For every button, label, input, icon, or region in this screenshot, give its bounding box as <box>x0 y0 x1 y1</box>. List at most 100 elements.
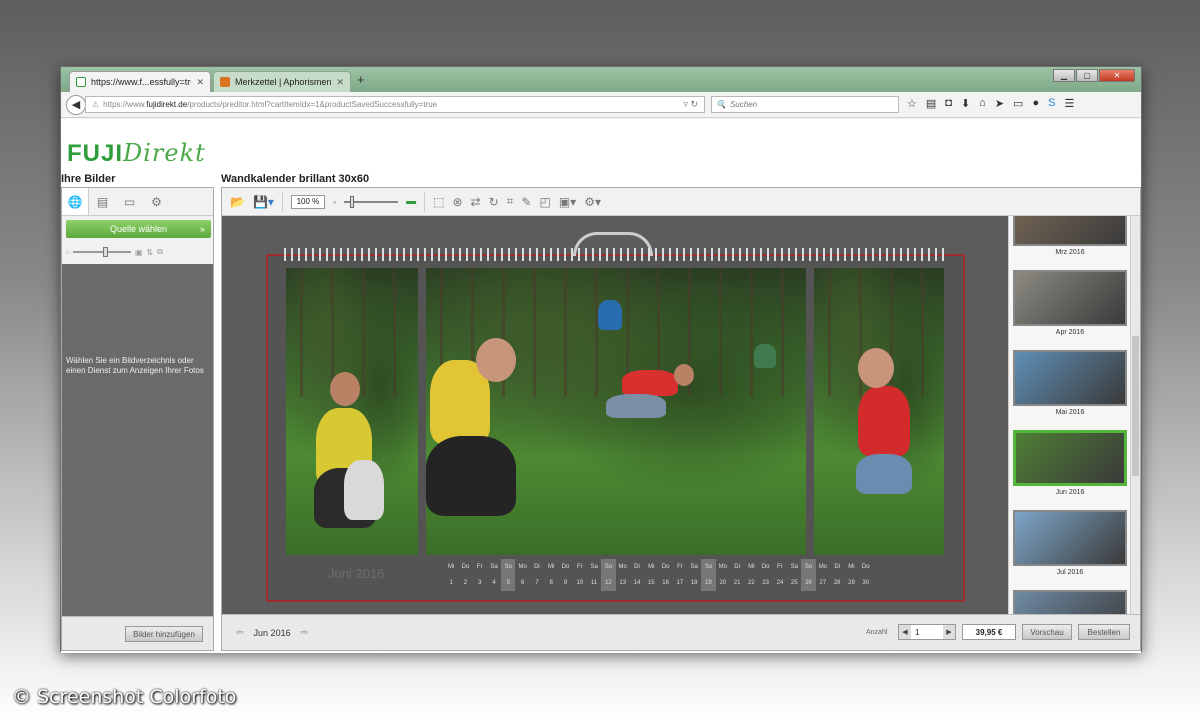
day-number: 29 <box>848 580 855 586</box>
editor-toolbar: 📂 💾▾ 100 % ▫ ▬ ⬚ ⊗ ⇄ ↻ ⌗ ✎ ◰ ▣▾ ⚙▾ <box>222 188 1140 216</box>
aphorismen-favicon-icon <box>220 77 230 87</box>
weekday-label: Mi <box>748 564 755 570</box>
calendar-day-cell: Mi 22 <box>744 559 758 591</box>
quantity-value[interactable]: 1 <box>911 625 943 639</box>
day-number: 20 <box>719 580 727 586</box>
delete-icon[interactable]: ⊗ <box>452 195 462 209</box>
search-bar[interactable]: 🔍 Suchen <box>711 96 899 113</box>
replace-icon[interactable]: ⇄ <box>471 195 481 209</box>
fujidirekt-logo[interactable]: FUJIDirekt <box>67 139 206 168</box>
next-page-icon[interactable]: ⇨ <box>301 627 309 638</box>
tab-aphorismen[interactable]: Merkzettel | Aphorismen.de ✕ <box>213 71 351 92</box>
gear-icon[interactable]: ⚙▾ <box>584 195 601 209</box>
increase-icon[interactable]: ▶ <box>943 625 955 639</box>
zoom-thumb[interactable] <box>350 195 355 208</box>
decrease-icon[interactable]: ◀ <box>899 625 911 639</box>
weekday-label: Di <box>734 564 740 570</box>
thumbnail-size-slider[interactable]: ▫ ▣ ⇅ ⧉ <box>66 245 211 259</box>
back-button[interactable]: ◀ <box>66 95 86 115</box>
calendar-day-cell: Mi 29 <box>844 559 858 591</box>
download-icon[interactable]: ⬇ <box>961 97 970 110</box>
weekday-label: Do <box>761 564 770 570</box>
pocket-icon[interactable]: ◘ <box>945 97 952 110</box>
calendar-day-cell: Sa 4 <box>487 559 501 591</box>
quantity-stepper[interactable]: ◀ 1 ▶ <box>898 624 956 640</box>
weekday-label: So <box>504 564 512 570</box>
zoom-in-icon[interactable]: ▬ <box>406 196 416 207</box>
close-window-button[interactable]: ✕ <box>1099 69 1135 82</box>
pages-tab-icon[interactable]: ▤ <box>89 188 116 215</box>
save-icon[interactable]: 💾▾ <box>253 195 274 209</box>
day-number: 27 <box>819 580 827 586</box>
order-button[interactable]: Bestellen <box>1078 624 1130 640</box>
month-thumbnail[interactable]: Apr 2016 <box>1013 266 1129 346</box>
thumbnail-image <box>1013 510 1127 566</box>
preview-button[interactable]: Vorschau <box>1022 624 1072 640</box>
navigation-bar: ◀ ⚠ https://www.fujidirekt.de/products/p… <box>61 92 1141 118</box>
background-icon[interactable]: ◰ <box>539 195 550 209</box>
photo-slot-left[interactable] <box>286 268 418 555</box>
day-number: 25 <box>790 580 798 586</box>
zoom-input[interactable]: 100 % <box>290 194 325 209</box>
weekday-label: Di <box>834 564 840 570</box>
reload-icon[interactable]: ▿ ↻ <box>683 99 698 110</box>
sort-icon[interactable]: ⇅ <box>146 248 153 257</box>
editor-footer: ⇦ Jun 2016 ⇨ Anzahl ◀ 1 ▶ 39,95 € Vorsch… <box>222 614 1140 650</box>
chat-icon[interactable]: ● <box>1032 97 1039 110</box>
copy-icon[interactable]: ⧉ <box>157 247 163 257</box>
weekday-label: Fr <box>677 564 683 570</box>
wall-calendar-page[interactable]: Juni 2016 Mi 1 Do 2 Fr 3 Sa 4 So 5 Mo 6 Di 7 Mi 8 Do 9 Fr 1… <box>266 232 965 602</box>
add-images-button[interactable]: Bilder hinzufügen <box>125 626 203 642</box>
maximize-button[interactable]: ▢ <box>1076 69 1098 82</box>
previous-page-icon[interactable]: ⇦ <box>236 627 244 638</box>
close-tab-icon[interactable]: ✕ <box>336 77 344 88</box>
screenshot-credit: © Screenshot Colorfoto <box>12 686 237 708</box>
reading-list-icon[interactable]: ▤ <box>926 97 936 110</box>
brush-icon[interactable]: ✎ <box>521 195 531 209</box>
calendar-day-cell: Di 14 <box>630 559 644 591</box>
month-thumbnail[interactable]: Mai 2016 <box>1013 346 1129 426</box>
select-image-icon[interactable]: ⬚ <box>433 195 444 209</box>
calendar-day-cell: Fr 3 <box>473 559 487 591</box>
month-thumbnail[interactable]: Jul 2016 <box>1013 506 1129 586</box>
month-thumbnail[interactable]: Mrz 2016 <box>1013 216 1129 266</box>
globe-tab-icon[interactable]: 🌐 <box>62 188 89 215</box>
photo-slot-right[interactable] <box>814 268 944 555</box>
zoom-out-icon[interactable]: ▫ <box>333 197 336 207</box>
strip-scrollbar[interactable] <box>1130 216 1140 616</box>
weekday-label: Sa <box>690 564 698 570</box>
slider-thumb[interactable] <box>102 247 108 257</box>
open-folder-icon[interactable]: 📂 <box>230 195 245 209</box>
day-number: 12 <box>605 580 612 586</box>
source-tools: Quelle wählen» ▫ ▣ ⇅ ⧉ <box>62 216 213 264</box>
day-number: 17 <box>676 580 684 586</box>
choose-source-button[interactable]: Quelle wählen» <box>66 220 211 238</box>
send-icon[interactable]: ➤ <box>995 97 1004 110</box>
new-tab-button[interactable]: + <box>357 72 365 87</box>
bookmark-star-icon[interactable]: ☆ <box>907 97 917 110</box>
close-tab-icon[interactable]: ✕ <box>196 77 204 88</box>
photo-slot-center[interactable] <box>426 268 806 555</box>
scrollbar-thumb[interactable] <box>1132 336 1139 476</box>
crop-icon[interactable]: ⌗ <box>507 194 514 209</box>
url-bar[interactable]: ⚠ https://www.fujidirekt.de/products/pre… <box>85 96 705 113</box>
rotate-icon[interactable]: ↻ <box>489 195 499 209</box>
page-navigator: ⇦ Jun 2016 ⇨ <box>236 627 308 638</box>
tab-fujidirekt[interactable]: https://www.f...essfully=true ✕ <box>69 71 211 92</box>
frame-tab-icon[interactable]: ▭ <box>116 188 143 215</box>
menu-icon[interactable]: ☰ <box>1064 97 1074 110</box>
calendar-day-cell: Di 21 <box>730 559 744 591</box>
minimize-button[interactable]: ▁ <box>1053 69 1075 82</box>
layout-icon[interactable]: ▣▾ <box>559 195 576 209</box>
month-thumbnail[interactable]: Jun 2016 <box>1013 426 1129 506</box>
screen-icon[interactable]: ▭ <box>1013 97 1023 110</box>
search-placeholder: Suchen <box>729 100 758 109</box>
calendar-day-cell: Mo 27 <box>816 559 830 591</box>
skype-icon[interactable]: S <box>1048 97 1055 110</box>
zoom-slider[interactable] <box>344 195 399 208</box>
home-icon[interactable]: ⌂ <box>979 97 986 110</box>
weekday-label: So <box>704 564 713 570</box>
month-thumbnail[interactable] <box>1013 586 1129 616</box>
calendar-day-cell: So 19 <box>701 559 716 591</box>
settings-tab-icon[interactable]: ⚙ <box>143 188 170 215</box>
